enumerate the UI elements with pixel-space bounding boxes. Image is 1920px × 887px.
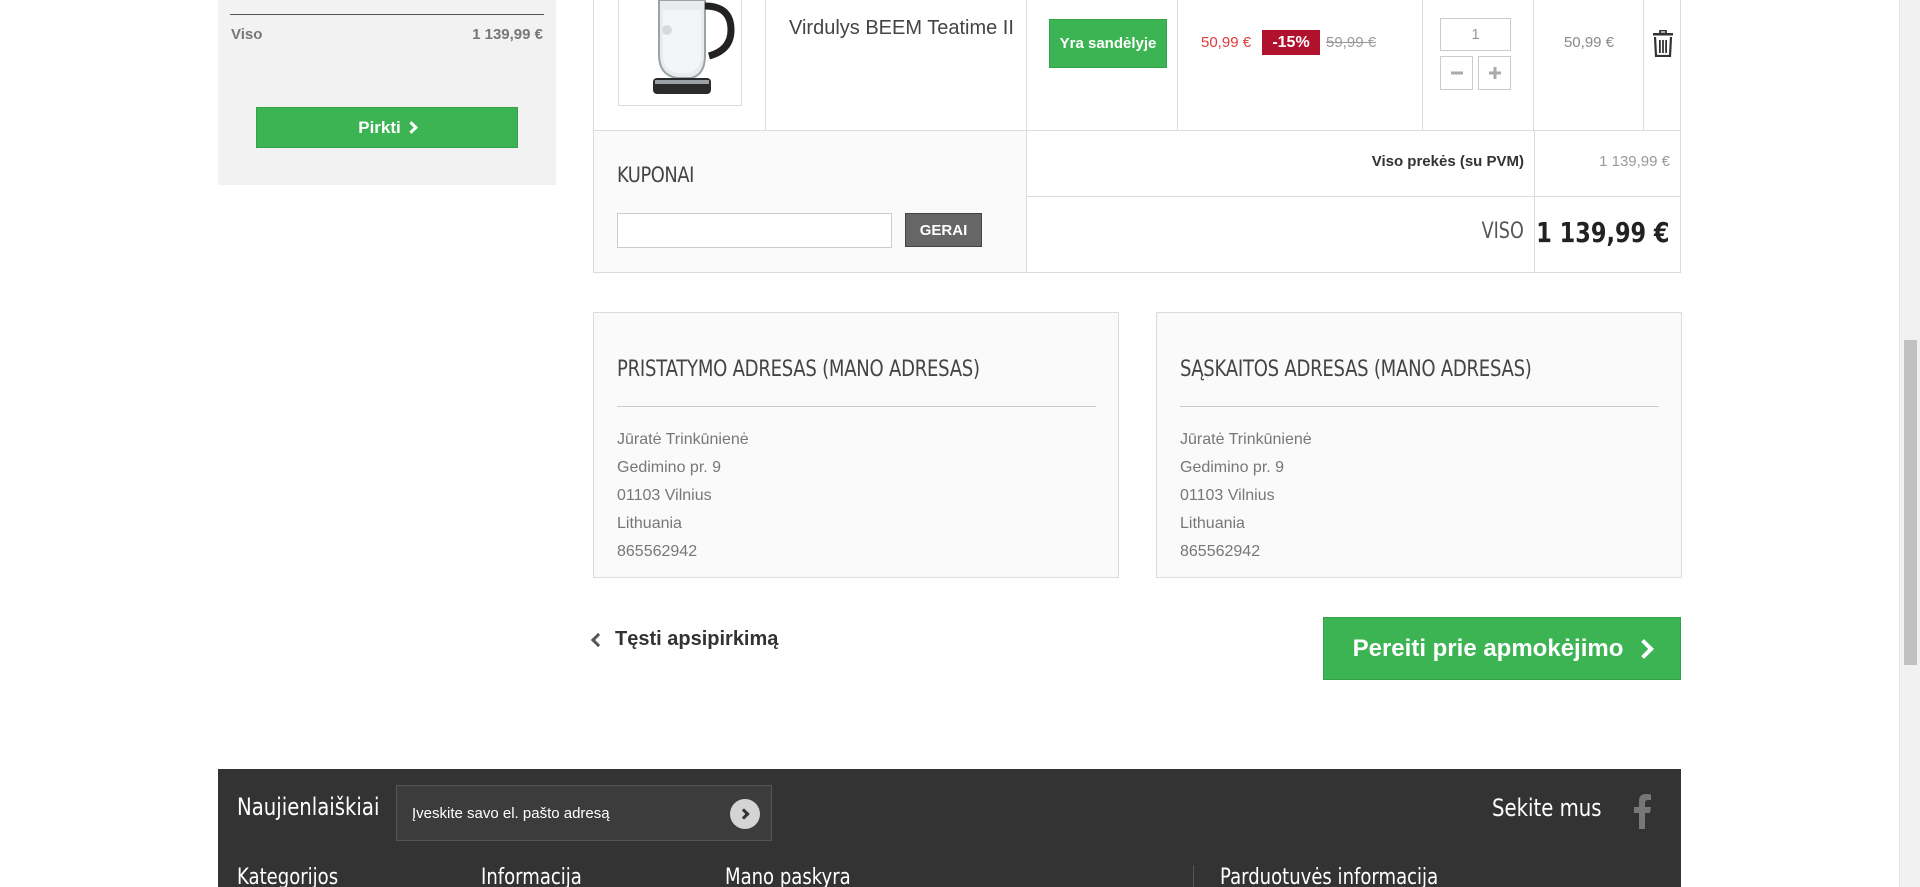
billing-address-box: SĄSKAITOS ADRESAS (MANO ADRESAS) Jūratė … (1156, 312, 1682, 578)
address-country: Lithuania (1180, 515, 1245, 532)
footer: Naujienlaiškiai Įveskite savo el. pašto … (218, 769, 1681, 887)
page-scrollbar[interactable] (1899, 0, 1920, 887)
address-city: 01103 Vilnius (1180, 487, 1275, 504)
chevron-right-icon (404, 121, 418, 134)
newsletter-submit-button[interactable] (730, 799, 760, 829)
billing-address-title: SĄSKAITOS ADRESAS (MANO ADRESAS) (1180, 357, 1532, 382)
summary-items-value: 1 139,99 € (1599, 153, 1670, 170)
continue-shopping-link[interactable]: Tęsti apsipirkimą (590, 628, 779, 651)
product-image-cell (594, 0, 766, 131)
side-cart-total-value: 1 139,99 € (472, 26, 543, 43)
address-divider (617, 406, 1096, 407)
side-cart-total-label: Viso (231, 26, 263, 43)
product-name-cell: Virdulys BEEM Teatime II (766, 0, 1027, 131)
side-cart-summary: Viso 1 139,99 € Pirkti (218, 0, 556, 185)
line-total-cell: 50,99 € (1534, 0, 1644, 131)
newsletter-placeholder: Įveskite savo el. pašto adresą (412, 804, 610, 822)
buy-button-label: Pirkti (358, 117, 401, 137)
address-divider (1180, 406, 1659, 407)
summary-items-row: Viso prekės (su PVM) 1 139,99 € (1027, 131, 1680, 197)
address-phone: 865562942 (617, 543, 698, 560)
address-name: Jūratė Trinkūnienė (1180, 431, 1312, 448)
coupon-section: KUPONAI GERAI (594, 131, 1027, 273)
summary-total-label: VISO (1481, 219, 1524, 244)
line-total: 50,99 € (1563, 34, 1615, 51)
delete-cell (1644, 0, 1680, 131)
price-new: 50,99 € (1201, 34, 1252, 51)
plus-icon (1488, 67, 1501, 79)
delivery-address-box: PRISTATYMO ADRESAS (MANO ADRESAS) Jūratė… (593, 312, 1119, 578)
stock-cell: Yra sandėlyje (1027, 0, 1178, 131)
follow-us-title: Sekite mus (1491, 794, 1601, 822)
trash-icon[interactable] (1652, 30, 1674, 57)
delivery-address-text: Jūratė Trinkūnienė Gedimino pr. 9 01103 … (617, 426, 749, 566)
address-country: Lithuania (617, 515, 682, 532)
checkout-button-label: Pereiti prie apmokėjimo (1352, 634, 1624, 662)
continue-shopping-label: Tęsti apsipirkimą (615, 628, 779, 650)
checkout-button[interactable]: Pereiti prie apmokėjimo (1323, 617, 1681, 680)
scrollbar-thumb[interactable] (1904, 340, 1917, 665)
newsletter-title: Naujienlaiškiai (237, 793, 380, 821)
stock-badge: Yra sandėlyje (1049, 19, 1167, 68)
coupon-title: KUPONAI (617, 163, 694, 187)
circle-arrow-icon (737, 808, 750, 820)
price-cell: 50,99 € -15% 59,99 € (1178, 0, 1423, 131)
facebook-icon[interactable] (1632, 793, 1652, 829)
quantity-input[interactable]: 1 (1440, 18, 1511, 51)
newsletter-email-input[interactable]: Įveskite savo el. pašto adresą (396, 785, 772, 841)
product-image[interactable] (618, 0, 742, 106)
product-name-link[interactable]: Virdulys BEEM Teatime II (789, 14, 1019, 42)
chevron-left-icon (590, 632, 606, 647)
side-cart-divider (230, 14, 544, 15)
quantity-decrement-button[interactable] (1440, 56, 1473, 90)
coupon-apply-button[interactable]: GERAI (905, 213, 982, 247)
address-street: Gedimino pr. 9 (617, 459, 722, 476)
summary-total-row: VISO 1 139,99 € (1027, 197, 1680, 273)
summary-divider (1534, 131, 1535, 196)
footer-account-heading: Mano paskyra (725, 865, 851, 887)
chevron-right-icon (1634, 638, 1655, 659)
summary-items-label: Viso prekės (su PVM) (1371, 153, 1524, 170)
address-street: Gedimino pr. 9 (1180, 459, 1285, 476)
footer-info-heading: Informacija (481, 865, 582, 887)
buy-button[interactable]: Pirkti (256, 107, 518, 148)
summary-divider (1534, 197, 1535, 272)
coupon-input[interactable] (617, 213, 892, 248)
billing-address-text: Jūratė Trinkūnienė Gedimino pr. 9 01103 … (1180, 426, 1312, 566)
footer-categories-heading: Kategorijos (237, 865, 339, 887)
price-old: 59,99 € (1326, 34, 1377, 51)
quantity-increment-button[interactable] (1478, 56, 1511, 90)
footer-store-heading: Parduotuvės informacija (1220, 865, 1439, 887)
minus-icon (1450, 71, 1463, 75)
cart-table: Virdulys BEEM Teatime II Yra sandėlyje 5… (593, 0, 1681, 273)
summary-total-value: 1 139,99 € (1536, 216, 1670, 249)
delivery-address-title: PRISTATYMO ADRESAS (MANO ADRESAS) (617, 357, 980, 382)
quantity-cell: 1 (1423, 0, 1534, 131)
footer-divider (1193, 865, 1194, 887)
address-phone: 865562942 (1180, 543, 1261, 560)
table-row: Virdulys BEEM Teatime II Yra sandėlyje 5… (594, 0, 1680, 131)
address-name: Jūratė Trinkūnienė (617, 431, 749, 448)
discount-badge: -15% (1262, 30, 1320, 55)
address-city: 01103 Vilnius (617, 487, 712, 504)
